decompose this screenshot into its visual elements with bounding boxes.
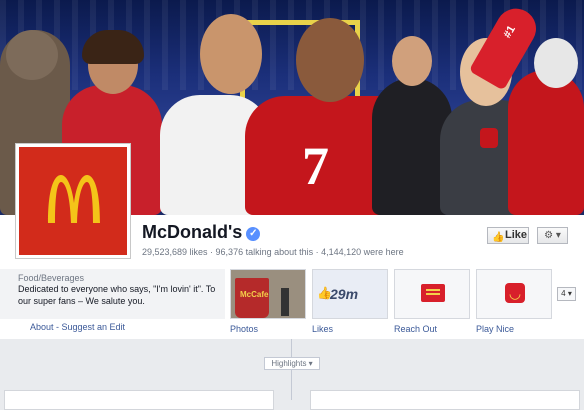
- page-title: McDonald's ✓: [142, 222, 261, 243]
- smile-icon: ◡: [505, 283, 525, 303]
- mascot-head: [6, 30, 58, 80]
- microphone: [480, 128, 498, 148]
- face-painted-fan: [508, 70, 584, 215]
- app-reach-out-label[interactable]: Reach Out: [394, 324, 437, 334]
- app-photos[interactable]: McCafe: [230, 269, 306, 319]
- more-apps-button[interactable]: 4 ▾: [557, 287, 576, 301]
- cup-brand-text: McCafe: [240, 290, 269, 299]
- fan-head: [534, 38, 578, 88]
- golden-arches-icon: [48, 175, 100, 223]
- page-description: Dedicated to everyone who says, "I'm lov…: [18, 284, 216, 306]
- page-category: Food/Beverages: [18, 273, 85, 283]
- player-white-head: [200, 14, 262, 94]
- jersey-number: 7: [302, 136, 329, 196]
- timeline-post-left: [4, 390, 274, 410]
- coach-head: [392, 36, 432, 86]
- verified-badge-icon: ✓: [246, 227, 261, 241]
- player-red-head: [296, 18, 364, 102]
- speech-bubble-icon: [421, 284, 445, 302]
- profile-picture[interactable]: [15, 143, 131, 259]
- app-play-nice[interactable]: ◡: [476, 269, 552, 319]
- app-likes-label[interactable]: Likes: [312, 324, 333, 334]
- app-play-nice-label[interactable]: Play Nice: [476, 324, 514, 334]
- timeline-post-right: [310, 390, 580, 410]
- page-stats: 29,523,689 likes · 96,376 talking about …: [142, 247, 404, 257]
- highlights-dropdown[interactable]: Highlights ▾: [264, 357, 320, 370]
- mcdonalds-logo: [19, 147, 127, 255]
- like-button[interactable]: 👍 Like: [487, 227, 529, 244]
- app-photos-label[interactable]: Photos: [230, 324, 258, 334]
- about-suggest-edit-link[interactable]: About - Suggest an Edit: [30, 322, 125, 332]
- coffee-cup-image: McCafe: [235, 278, 269, 318]
- thumbs-up-icon: 👍: [317, 286, 332, 300]
- app-reach-out[interactable]: [394, 269, 470, 319]
- cheerleader-hair: [82, 30, 144, 64]
- app-likes[interactable]: 👍 29m: [312, 269, 388, 319]
- likes-count-text: 29m: [330, 286, 359, 302]
- thumbs-up-icon: 👍: [492, 232, 505, 243]
- settings-dropdown-button[interactable]: ⚙ ▾: [537, 227, 568, 244]
- like-label: Like: [505, 229, 528, 241]
- foam-finger-text: #1: [501, 23, 518, 41]
- traffic-light-image: [281, 288, 289, 316]
- page-name-text: McDonald's: [142, 222, 243, 242]
